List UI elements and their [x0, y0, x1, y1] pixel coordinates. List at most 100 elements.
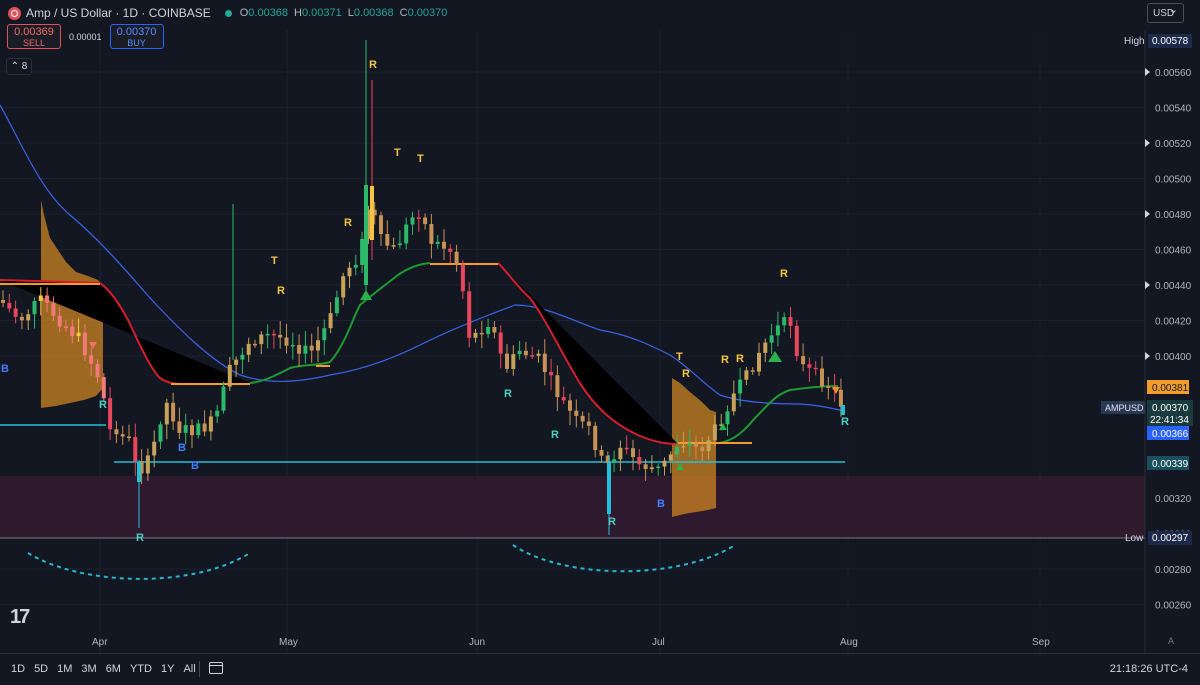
axis-arrow-icon: [1145, 139, 1150, 147]
signal-marker-label: R: [136, 532, 144, 544]
high-tag: High 0.00578: [1124, 34, 1192, 48]
range-3m[interactable]: 3M: [81, 663, 96, 675]
candle-body: [202, 423, 207, 432]
range-5d[interactable]: 5D: [34, 663, 48, 675]
candle-body: [813, 367, 818, 370]
axis-arrow-icon: [1145, 68, 1150, 76]
candle-body: [76, 332, 81, 337]
price-tick-label: 0.00520: [1155, 139, 1192, 150]
candle-body: [265, 333, 270, 336]
candle-body: [13, 308, 18, 317]
signal-marker-label: R: [504, 388, 512, 400]
candle-body: [442, 241, 446, 249]
candle-body: [404, 224, 409, 244]
candle-body: [379, 215, 383, 235]
candle-body: [152, 441, 157, 456]
price-tick-label: 0.00440: [1155, 281, 1192, 292]
candle-body: [284, 337, 289, 346]
candle-body: [536, 353, 541, 356]
candle-body: [309, 345, 314, 351]
candle-body: [700, 446, 705, 452]
candle-body: [234, 359, 239, 365]
time-axis[interactable]: Apr May Jun Jul Aug Sep: [92, 637, 1050, 648]
time-tick-label: Apr: [92, 637, 108, 648]
range-1d[interactable]: 1D: [11, 663, 25, 675]
candle-body: [662, 460, 667, 467]
range-ytd[interactable]: YTD: [130, 663, 152, 675]
currency-select[interactable]: USD: [1147, 0, 1184, 23]
candle-body: [158, 424, 163, 442]
signal-marker-label: B: [1, 363, 9, 375]
signal-marker-label: R: [277, 285, 285, 297]
price-tick-label: 0.00460: [1155, 246, 1192, 257]
candle-body: [656, 466, 661, 469]
clock[interactable]: 21:18:26 UTC-4: [1110, 663, 1188, 675]
last-price: 0.00370: [1152, 403, 1189, 414]
candle-body: [101, 377, 106, 399]
candle-body: [631, 448, 635, 458]
candle-body: [82, 332, 87, 356]
signal-marker-label: R: [551, 429, 559, 441]
support-tag: 0.00339: [1147, 456, 1189, 470]
axis-arrow-icon: [1145, 281, 1150, 289]
candle-body: [448, 248, 453, 252]
price-axis[interactable]: 0.00560 0.00540 0.00520 0.00500 0.00480 0.004…: [1155, 68, 1192, 612]
symbol-title[interactable]: Amp / US Dollar · 1D · COINBASE: [26, 6, 211, 20]
candle-body: [460, 264, 465, 292]
candle-body: [782, 317, 787, 326]
price-tick-label: 0.00480: [1155, 210, 1192, 221]
range-all[interactable]: All: [183, 663, 195, 675]
candle-body: [370, 186, 374, 240]
candle-body: [517, 350, 522, 355]
symbol-tag: AMPUSD 0.00370 22:41:34: [1101, 400, 1193, 426]
candle-body: [624, 447, 629, 450]
candle-body: [70, 326, 75, 337]
candle-body: [164, 402, 169, 425]
candle-body: [416, 217, 421, 219]
candle-body: [38, 295, 43, 301]
sell-button[interactable]: 0.00369 SELL: [7, 24, 61, 49]
candle-body: [328, 313, 333, 329]
range-1y[interactable]: 1Y: [161, 663, 174, 675]
candle-body: [133, 436, 138, 462]
candle-body: [278, 334, 283, 338]
candle-body: [486, 326, 491, 335]
candle-body: [706, 440, 711, 452]
candle-body: [593, 425, 598, 451]
signal-marker-label: R: [780, 268, 788, 280]
candle-body: [240, 354, 245, 360]
candle-body: [51, 302, 56, 316]
indicators-collapse-button[interactable]: ⌃ 8: [6, 58, 32, 75]
calendar-icon[interactable]: [209, 662, 223, 674]
high-label: High: [1124, 36, 1145, 47]
price-tick-label: 0.00280: [1155, 565, 1192, 576]
candle-body: [410, 217, 415, 225]
candle-body: [341, 276, 346, 298]
candle-body: [221, 386, 226, 411]
range-6m[interactable]: 6M: [106, 663, 121, 675]
candle-body: [322, 328, 327, 341]
candle-body: [826, 386, 831, 388]
candle-body: [649, 467, 654, 470]
candle-body: [794, 325, 799, 357]
candle-body: [316, 340, 320, 351]
candle-body: [259, 334, 264, 345]
signal-marker-label: R: [99, 399, 107, 411]
candle-body: [196, 423, 201, 436]
bar-countdown: 22:41:34: [1150, 415, 1189, 426]
price-tick-label: 0.00260: [1155, 601, 1192, 612]
candle-body: [549, 371, 554, 376]
candle-body: [694, 443, 698, 447]
candle-body: [303, 345, 308, 354]
price-chart[interactable]: BRBBRTRRRT TRRRBTRR RRR 0.005600.005400.00…: [0, 0, 1200, 685]
axis-arrow-icon: [1145, 352, 1150, 360]
ma-value: 0.00366: [1152, 429, 1189, 440]
range-1m[interactable]: 1M: [57, 663, 72, 675]
buy-button[interactable]: 0.00370 BUY: [109, 24, 164, 49]
candle-body: [542, 353, 547, 372]
auto-scale-button[interactable]: A: [1168, 636, 1174, 646]
candle-body: [89, 355, 94, 364]
signal-marker-label: B: [657, 498, 665, 510]
candle-body: [668, 454, 673, 461]
low-value: 0.00297: [1152, 533, 1189, 544]
